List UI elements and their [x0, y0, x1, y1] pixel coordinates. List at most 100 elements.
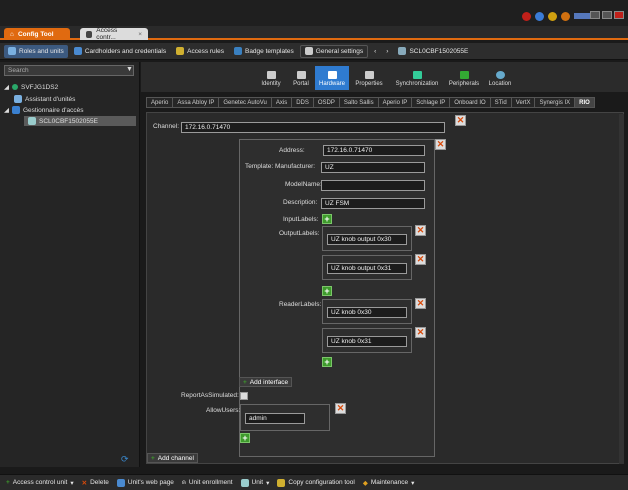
modelname-input[interactable]	[321, 180, 425, 191]
close-icon[interactable]	[614, 11, 624, 19]
maintenance-button[interactable]: ◆ Maintenance ▾	[363, 479, 415, 487]
tab-label: Properties	[355, 81, 383, 87]
tab-close-icon[interactable]: ×	[138, 31, 142, 38]
notification-icon[interactable]	[535, 11, 544, 21]
add-user-button[interactable]: +	[240, 433, 250, 443]
tab-access-control[interactable]: Access contr... ×	[80, 27, 148, 41]
inputlabels-label: InputLabels:	[283, 216, 319, 223]
tree-item-root[interactable]: ◢ SVFJG1DS2	[4, 82, 58, 92]
tab-label: Peripherals	[448, 81, 480, 87]
enrollment-button[interactable]: ⍝ Unit enrollment	[182, 479, 233, 487]
subtab-dds[interactable]: DDS	[291, 97, 313, 108]
location-icon	[495, 71, 505, 79]
reader-input[interactable]: UZ knob 0x30	[327, 307, 407, 318]
tab-identity[interactable]: Identity	[258, 66, 284, 90]
subtab-onboard-io[interactable]: Onboard IO	[449, 97, 490, 108]
chevron-down-icon: ▾	[411, 479, 415, 487]
output-input[interactable]: UZ knob output 0x30	[327, 234, 407, 245]
forward-button[interactable]: ›	[382, 45, 392, 58]
subtab-osdp[interactable]: OSDP	[312, 97, 339, 108]
subtab-assa-abloy-ip[interactable]: Assa Abloy IP	[172, 97, 219, 108]
description-input[interactable]: UZ FSM	[321, 198, 425, 209]
remove-reader-button[interactable]: ✕	[415, 298, 426, 309]
properties-icon	[364, 71, 374, 79]
add-unit-button[interactable]: + Access control unit ▾	[6, 479, 74, 487]
bottom-toolbar: + Access control unit ▾ ✕ Delete Unit's …	[0, 474, 628, 490]
tab-portal[interactable]: Portal	[288, 66, 314, 90]
tab-location[interactable]: Location	[485, 66, 515, 90]
task-icon	[86, 30, 93, 38]
subtab-synergis-ix[interactable]: Synergis IX	[534, 97, 575, 108]
subtab-aperio-ip[interactable]: Aperio IP	[377, 97, 412, 108]
remove-output-button[interactable]: ✕	[415, 225, 426, 236]
warning-icon[interactable]	[548, 11, 557, 21]
search-input[interactable]: Search	[4, 65, 134, 76]
identity-icon	[266, 71, 276, 79]
close-icon: ✕	[416, 225, 425, 235]
subtab-salto-sallis[interactable]: Salto Sallis	[338, 97, 378, 108]
outputlabels-label: OutputLabels:	[279, 230, 320, 237]
allow-users-input[interactable]: admin	[245, 413, 305, 424]
back-button[interactable]: ‹	[370, 45, 380, 58]
remove-channel-button[interactable]: ✕	[455, 115, 466, 126]
remove-interface-button[interactable]: ✕	[435, 139, 446, 150]
subtab-schlage-ip[interactable]: Schlage IP	[411, 97, 450, 108]
remove-reader-button[interactable]: ✕	[415, 327, 426, 338]
add-readerlabel-button[interactable]: +	[322, 357, 332, 367]
maximize-icon[interactable]	[602, 11, 612, 19]
badge-templates-button[interactable]: Badge templates	[230, 45, 298, 58]
manufacturer-input[interactable]: UZ	[321, 162, 425, 173]
tab-properties[interactable]: Properties	[351, 66, 387, 90]
tab-hardware[interactable]: Hardware	[315, 66, 349, 90]
tab-config-tool-label: Config Tool	[17, 30, 54, 38]
output-input[interactable]: UZ knob output 0x31	[327, 263, 407, 274]
subtab-stid[interactable]: STid	[489, 97, 511, 108]
protocol-subtabs: Aperio Assa Abloy IP Genetec AutoVu Axis…	[146, 97, 595, 109]
cardholders-button[interactable]: Cardholders and credentials	[70, 45, 170, 58]
report-simulated-checkbox[interactable]	[240, 392, 248, 400]
remove-output-button[interactable]: ✕	[415, 254, 426, 265]
address-input[interactable]: 172.16.0.71470	[323, 145, 425, 156]
delete-button[interactable]: ✕ Delete	[82, 479, 109, 487]
tab-synchronization[interactable]: Synchronization	[391, 66, 443, 90]
address-label: Address:	[279, 147, 305, 154]
unit-label: Unit	[251, 479, 264, 486]
refresh-icon[interactable]: ⟳	[121, 454, 129, 465]
web-page-button[interactable]: Unit's web page	[116, 478, 174, 487]
general-settings-button[interactable]: General settings	[299, 44, 369, 58]
cardholder-icon	[73, 47, 82, 55]
vertical-scrollbar[interactable]	[619, 114, 624, 464]
filter-icon[interactable]: ▼	[126, 66, 133, 73]
add-interface-button[interactable]: + Add interface	[239, 377, 293, 387]
remove-user-button[interactable]: ✕	[335, 403, 346, 414]
tree-item-access-manager[interactable]: ◢ Gestionnaire d'accès	[4, 105, 84, 115]
expand-icon: ◢	[4, 107, 9, 114]
alert-icon[interactable]	[522, 11, 531, 21]
plus-icon: +	[243, 378, 247, 386]
channel-input[interactable]: 172.16.0.71470	[181, 122, 445, 133]
close-icon: ✕	[416, 298, 425, 308]
unit-menu-button[interactable]: Unit ▾	[240, 478, 269, 487]
settings-icon	[304, 47, 313, 55]
subtab-rio[interactable]: RIO	[574, 97, 595, 108]
health-icon[interactable]	[561, 11, 570, 21]
add-outputlabel-button[interactable]: +	[322, 286, 332, 296]
add-channel-button[interactable]: + Add channel	[147, 453, 198, 463]
subtab-axis[interactable]: Axis	[270, 97, 292, 108]
tree-item-assistant[interactable]: Assistant d'unités	[14, 94, 75, 104]
subtab-aperio[interactable]: Aperio	[146, 97, 173, 108]
close-icon: ✕	[456, 115, 465, 125]
access-rules-button[interactable]: Access rules	[172, 45, 228, 58]
tab-config-tool[interactable]: ⌂ Config Tool	[4, 28, 70, 40]
tab-peripherals[interactable]: Peripherals	[447, 66, 481, 90]
reader-input[interactable]: UZ knob 0x31	[327, 336, 407, 347]
category-tabs: Identity Portal Hardware Properties Sync…	[141, 62, 628, 92]
add-inputlabel-button[interactable]: +	[322, 214, 332, 224]
roles-units-button[interactable]: Roles and units	[4, 44, 68, 58]
close-icon: ✕	[336, 403, 345, 413]
copy-config-button[interactable]: Copy configuration tool	[277, 478, 355, 487]
subtab-genetec-autovu[interactable]: Genetec AutoVu	[218, 97, 271, 108]
subtab-vertx[interactable]: VertX	[510, 97, 535, 108]
minimize-icon[interactable]	[590, 11, 600, 19]
tree-item-unit[interactable]: SCL0CBF1502055E	[24, 116, 136, 126]
